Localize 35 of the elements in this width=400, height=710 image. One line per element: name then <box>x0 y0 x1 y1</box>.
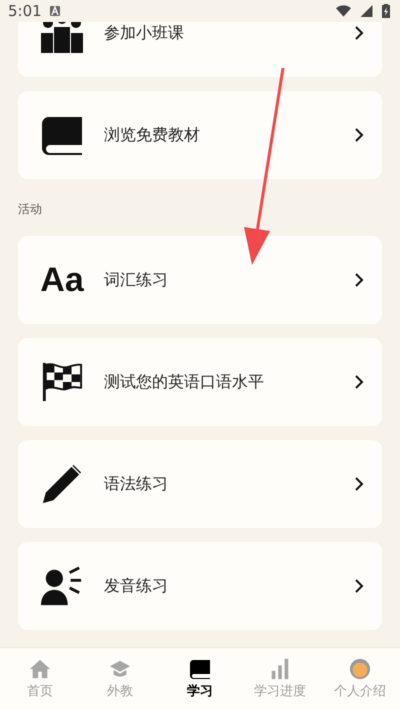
signal-icon <box>359 5 374 17</box>
menu-label: 发音练习 <box>104 576 169 596</box>
home-icon <box>29 658 51 680</box>
chevron-right-icon <box>354 272 364 288</box>
checkered-flag-icon <box>40 361 84 403</box>
chevron-right-icon <box>354 476 364 492</box>
notification-icon <box>50 6 60 16</box>
menu-card[interactable]: 发音练习 <box>18 542 382 630</box>
menu-label: 测试您的英语口语水平 <box>104 372 265 392</box>
menu-label: 浏览免费教材 <box>104 124 201 146</box>
status-time: 5:01 <box>8 2 42 20</box>
book-icon <box>189 658 211 680</box>
speaking-person-icon <box>40 565 84 607</box>
menu-label: 词汇练习 <box>104 270 169 290</box>
menu-card[interactable]: 参加小班课 <box>18 22 382 77</box>
people-icon <box>40 22 84 54</box>
chevron-right-icon <box>354 374 364 390</box>
chevron-right-icon <box>354 127 364 143</box>
bar-chart-icon <box>269 658 291 680</box>
letters-icon: Aa <box>40 263 84 297</box>
avatar-icon <box>349 658 371 680</box>
chevron-right-icon <box>354 25 364 41</box>
menu-label: 语法练习 <box>104 474 169 494</box>
wifi-icon <box>336 5 351 17</box>
menu-label: 参加小班课 <box>104 22 185 44</box>
pencil-icon <box>40 463 84 505</box>
book-icon <box>40 114 84 156</box>
chevron-right-icon <box>354 578 364 594</box>
tab[interactable]: 学习 <box>160 648 240 710</box>
menu-card[interactable]: 测试您的英语口语水平 <box>18 338 382 426</box>
menu-card[interactable]: Aa 词汇练习 <box>18 236 382 324</box>
menu-card[interactable]: 语法练习 <box>18 440 382 528</box>
battery-icon <box>382 4 390 18</box>
menu-card[interactable]: 浏览免费教材 <box>18 91 382 179</box>
section-heading: 活动 <box>17 201 43 218</box>
